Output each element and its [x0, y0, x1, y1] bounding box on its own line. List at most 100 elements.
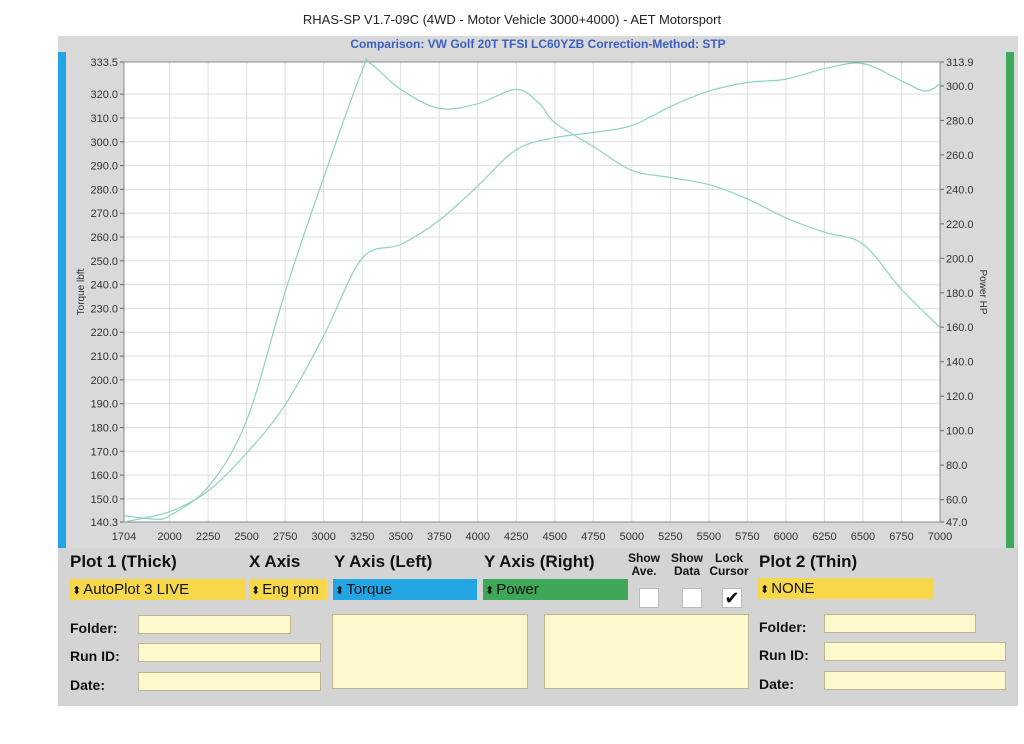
folder-field-right[interactable]: [824, 614, 976, 633]
right-tick-label: 160.0: [946, 322, 974, 334]
left-tick-label: 150.0: [90, 494, 118, 506]
right-tick-label: 280.0: [946, 115, 974, 127]
left-tick-label: 280.0: [90, 184, 118, 196]
app-title: RHAS-SP V1.7-09C (4WD - Motor Vehicle 30…: [302, 12, 722, 27]
x-tick-label: 2000: [157, 531, 181, 543]
torque-axis-bar: [58, 52, 66, 548]
left-tick-label: 240.0: [90, 280, 118, 292]
updown-arrow-icon: ⬍: [335, 585, 345, 597]
right-tick-label: 200.0: [946, 253, 974, 265]
x-tick-label: 3500: [388, 531, 412, 543]
plot1-selector[interactable]: ⬍ AutoPlot 3 LIVE: [70, 579, 245, 600]
left-tick-label: 140.3: [90, 517, 118, 529]
updown-arrow-icon: ⬍: [760, 584, 770, 596]
dyno-chart[interactable]: 140.3 150.0 160.0 170.0 180.0 190.0 200.0 210.0…: [58, 36, 1018, 548]
left-tick-label: 290.0: [90, 161, 118, 173]
show-data-header: Show Data: [671, 551, 703, 578]
left-tick-label: 300.0: [90, 137, 118, 149]
xaxis-value: Eng rpm: [262, 581, 319, 598]
updown-arrow-icon: ⬍: [251, 585, 261, 597]
folder-field-left[interactable]: [138, 615, 291, 634]
x-tick-label: 6500: [851, 531, 875, 543]
updown-arrow-icon: ⬍: [485, 585, 495, 597]
x-tick-label: 3250: [350, 531, 374, 543]
folder-label-right: Folder:: [759, 619, 807, 635]
show-ave-header: Show Ave.: [628, 551, 660, 578]
control-panel: Plot 1 (Thick) X Axis Y Axis (Left) Y Ax…: [58, 548, 1018, 706]
right-tick-label: 60.0: [946, 495, 967, 507]
date-field-right[interactable]: [824, 671, 1006, 690]
plot1-header: Plot 1 (Thick): [70, 552, 177, 571]
x-tick-label: 4500: [543, 531, 567, 543]
xaxis-selector[interactable]: ⬍ Eng rpm: [249, 579, 327, 600]
right-tick-label: 140.0: [946, 357, 974, 369]
right-tick-label: 120.0: [946, 391, 974, 403]
left-tick-label: 190.0: [90, 399, 118, 411]
show-data-checkbox[interactable]: [682, 588, 702, 608]
x-tick-label: 5000: [620, 531, 644, 543]
show-ave-checkbox[interactable]: [639, 588, 659, 608]
yleft-header: Y Axis (Left): [334, 552, 433, 571]
x-tick-label: 5500: [697, 531, 721, 543]
left-tick-label: 180.0: [90, 422, 118, 434]
runid-label-right: Run ID:: [759, 647, 809, 663]
date-label-left: Date:: [70, 677, 106, 693]
left-tick-label: 170.0: [90, 446, 118, 458]
plot2-value: NONE: [771, 580, 815, 597]
x-tick-label: 3000: [311, 531, 335, 543]
chart-area: Comparison: VW Golf 20T TFSI LC60YZB Cor…: [58, 36, 1018, 548]
left-tick-label: 270.0: [90, 208, 118, 220]
right-tick-label: 47.0: [946, 517, 967, 529]
yleft-selector[interactable]: ⬍ Torque: [333, 579, 477, 600]
lock-cursor-header: Lock Cursor: [709, 551, 749, 578]
right-tick-label: 240.0: [946, 184, 974, 196]
date-label-right: Date:: [759, 676, 795, 692]
left-tick-label: 200.0: [90, 375, 118, 387]
x-tick-label: 4750: [581, 531, 605, 543]
x-tick-label: 3750: [427, 531, 451, 543]
right-tick-label: 220.0: [946, 219, 974, 231]
folder-label-left: Folder:: [70, 620, 118, 636]
updown-arrow-icon: ⬍: [72, 585, 82, 597]
right-tick-label: 313.9: [946, 57, 974, 69]
right-tick-label: 80.0: [946, 460, 967, 472]
xaxis-header: X Axis: [249, 552, 301, 571]
right-axis-title: Power HP: [977, 269, 988, 314]
left-tick-label: 320.0: [90, 89, 118, 101]
x-tick-label: 2500: [234, 531, 258, 543]
right-tick-label: 260.0: [946, 150, 974, 162]
x-tick-label: 6750: [889, 531, 913, 543]
left-axis-title: Torque lbft: [76, 268, 87, 315]
x-tick-label: 2250: [196, 531, 220, 543]
plot1-value: AutoPlot 3 LIVE: [83, 581, 190, 598]
x-tick-label: 4250: [504, 531, 528, 543]
lock-cursor-checkbox[interactable]: ✔: [722, 588, 742, 608]
x-tick-label: 4000: [466, 531, 490, 543]
left-tick-label: 230.0: [90, 303, 118, 315]
yright-header: Y Axis (Right): [484, 552, 595, 571]
x-tick-label: 5750: [735, 531, 759, 543]
yright-value: Power: [496, 581, 539, 598]
runid-field-left[interactable]: [138, 643, 321, 662]
plot2-selector[interactable]: ⬍ NONE: [758, 578, 933, 599]
plot2-header: Plot 2 (Thin): [759, 552, 858, 571]
notes-area-left[interactable]: [332, 614, 528, 689]
x-tick-label: 5250: [658, 531, 682, 543]
x-tick-label: 6250: [812, 531, 836, 543]
left-tick-label: 250.0: [90, 256, 118, 268]
notes-area-right[interactable]: [544, 614, 749, 689]
right-tick-label: 100.0: [946, 426, 974, 438]
runid-field-right[interactable]: [824, 642, 1006, 661]
power-axis-bar: [1006, 52, 1014, 548]
yright-selector[interactable]: ⬍ Power: [483, 579, 628, 600]
x-tick-label: 7000: [928, 531, 952, 543]
left-tick-label: 220.0: [90, 327, 118, 339]
date-field-left[interactable]: [138, 672, 321, 691]
right-tick-label: 300.0: [946, 81, 974, 93]
x-tick-label: 1704: [112, 531, 136, 543]
left-tick-label: 333.5: [90, 57, 118, 69]
runid-label-left: Run ID:: [70, 648, 120, 664]
left-tick-label: 210.0: [90, 351, 118, 363]
yleft-value: Torque: [346, 581, 393, 598]
left-tick-label: 310.0: [90, 113, 118, 125]
